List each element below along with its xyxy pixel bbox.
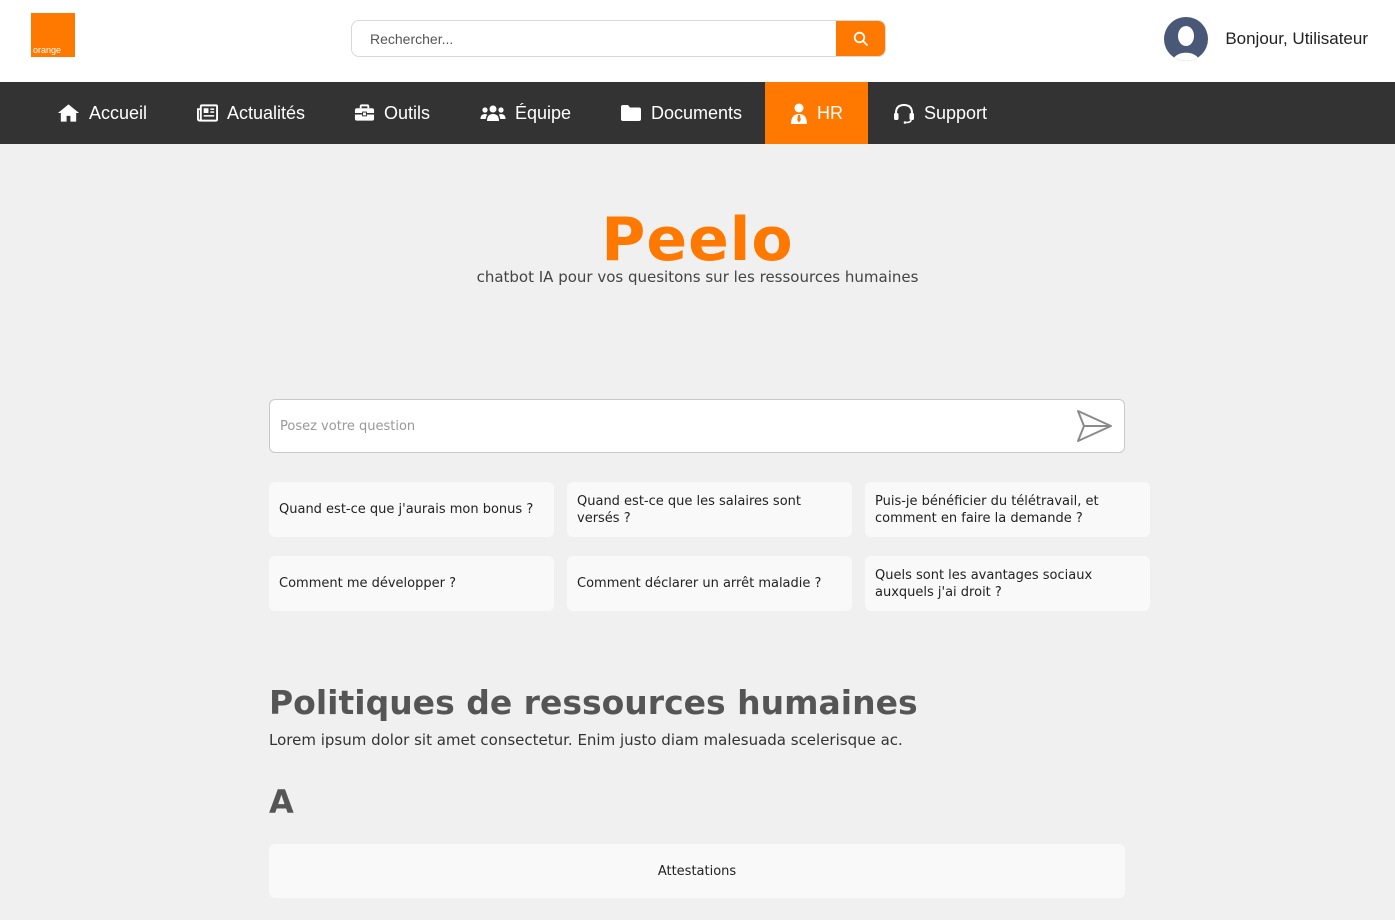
nav-item-support[interactable]: Support bbox=[893, 82, 987, 144]
home-icon bbox=[57, 104, 80, 122]
nav-label: Équipe bbox=[515, 102, 572, 123]
user-tie-icon bbox=[791, 103, 807, 124]
newspaper-icon bbox=[197, 104, 218, 122]
alphabet-letter-heading: A bbox=[269, 783, 294, 821]
nav-item-actualites[interactable]: Actualités bbox=[197, 82, 305, 144]
suggestion-card[interactable]: Quand est-ce que les salaires sont versé… bbox=[567, 482, 852, 537]
chatbot-subtitle: chatbot IA pour vos quesitons sur les re… bbox=[476, 268, 919, 286]
avatar[interactable] bbox=[1164, 17, 1209, 61]
nav-item-documents[interactable]: Documents bbox=[620, 82, 742, 144]
chatbot-title: Peelo bbox=[601, 205, 794, 275]
send-icon[interactable] bbox=[1076, 408, 1114, 444]
policy-item-attestations[interactable]: Attestations bbox=[269, 844, 1125, 898]
policies-description: Lorem ipsum dolor sit amet consectetur. … bbox=[269, 731, 903, 749]
logo-text: orange bbox=[33, 45, 62, 55]
suggestion-card[interactable]: Quand est-ce que j'aurais mon bonus ? bbox=[269, 482, 554, 537]
users-icon bbox=[480, 105, 506, 121]
suggestion-text: Comment déclarer un arrêt maladie ? bbox=[577, 576, 822, 591]
suggestion-text: Quels sont les avantages sociaux auxquel… bbox=[875, 567, 1093, 600]
nav-label: HR bbox=[817, 102, 843, 123]
suggestion-card[interactable]: Puis-je bénéficier du télétravail, et co… bbox=[865, 482, 1150, 537]
chat-box bbox=[269, 399, 1125, 453]
orange-logo[interactable]: orange bbox=[31, 13, 75, 57]
search-input[interactable] bbox=[352, 21, 837, 56]
nav-item-equipe[interactable]: Équipe bbox=[480, 82, 571, 144]
user-avatar-icon bbox=[1173, 26, 1200, 61]
suggestion-card[interactable]: Comment déclarer un arrêt maladie ? bbox=[567, 556, 852, 611]
nav-item-accueil[interactable]: Accueil bbox=[57, 82, 147, 144]
suggestion-card[interactable]: Comment me développer ? bbox=[269, 556, 554, 611]
main-nav: Accueil Actualités Outils Équipe Documen… bbox=[0, 82, 1395, 144]
nav-item-hr[interactable]: HR bbox=[765, 82, 868, 144]
question-input[interactable] bbox=[270, 400, 1060, 452]
suggestion-card[interactable]: Quels sont les avantages sociaux auxquel… bbox=[865, 556, 1150, 611]
policy-item-label: Attestations bbox=[657, 863, 737, 879]
suggestion-text: Quand est-ce que j'aurais mon bonus ? bbox=[279, 502, 534, 517]
policies-title: Politiques de ressources humaines bbox=[269, 683, 918, 722]
headset-icon bbox=[894, 103, 914, 124]
folder-icon bbox=[621, 105, 641, 121]
user-greeting: Bonjour, Utilisateur bbox=[1225, 29, 1368, 48]
suggestion-text: Puis-je bénéficier du télétravail, et co… bbox=[875, 493, 1099, 526]
top-header: orange Bonjour, Utilisateur bbox=[0, 0, 1395, 82]
user-menu[interactable]: Bonjour, Utilisateur bbox=[1164, 17, 1368, 61]
suggestion-text: Comment me développer ? bbox=[279, 576, 457, 591]
search-icon bbox=[853, 31, 868, 46]
toolbox-icon bbox=[354, 104, 375, 121]
nav-item-outils[interactable]: Outils bbox=[354, 82, 430, 144]
search-button[interactable] bbox=[836, 21, 885, 56]
nav-label: Actualités bbox=[227, 102, 306, 123]
nav-label: Documents bbox=[651, 102, 743, 123]
suggestion-text: Quand est-ce que les salaires sont versé… bbox=[577, 493, 801, 526]
nav-label: Accueil bbox=[89, 102, 148, 123]
nav-label: Outils bbox=[384, 102, 431, 123]
nav-label: Support bbox=[924, 102, 988, 123]
search-bar bbox=[351, 20, 886, 57]
